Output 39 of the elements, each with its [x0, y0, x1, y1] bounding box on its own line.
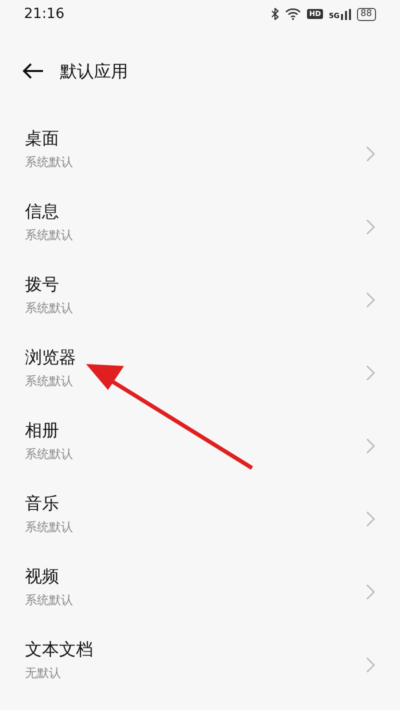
status-time: 21:16 [24, 6, 66, 22]
item-title: 文本文档 [25, 638, 94, 660]
item-title: 信息 [25, 200, 60, 222]
settings-list-item[interactable]: 文本文档 无默认 [0, 628, 400, 701]
settings-list-item[interactable]: 信息 系统默认 [0, 190, 400, 263]
chevron-right-icon [366, 146, 375, 162]
settings-list-item[interactable]: 音乐 系统默认 [0, 482, 400, 555]
item-title: 视频 [25, 566, 60, 588]
item-subtitle: 系统默认 [25, 226, 74, 244]
chevron-right-icon [366, 218, 375, 234]
item-subtitle: 系统默认 [25, 300, 74, 316]
item-subtitle: 系统默认 [25, 154, 74, 170]
battery-level: 88 [356, 8, 376, 20]
page-title: 默认应用 [60, 60, 128, 82]
bluetooth-icon [271, 8, 280, 20]
item-title: 音乐 [25, 492, 60, 514]
settings-list-item[interactable]: 视频 系统默认 [0, 555, 400, 628]
item-title: 浏览器 [25, 346, 77, 368]
wifi-icon [285, 8, 302, 20]
signal-icon [340, 8, 351, 20]
item-subtitle: 系统默认 [25, 372, 74, 390]
item-title: 桌面 [25, 128, 60, 150]
chevron-right-icon [366, 656, 375, 672]
back-arrow-icon[interactable] [22, 62, 44, 80]
item-title: 相册 [25, 420, 60, 442]
item-title: 拨号 [25, 274, 60, 296]
chevron-right-icon [366, 584, 375, 600]
settings-list-item[interactable]: 浏览器 系统默认 [0, 336, 400, 409]
chevron-right-icon [366, 438, 375, 454]
item-subtitle: 无默认 [25, 664, 62, 682]
settings-list-item[interactable]: 相册 系统默认 [0, 409, 400, 482]
item-subtitle: 系统默认 [25, 446, 74, 462]
chevron-right-icon [366, 292, 375, 308]
chevron-right-icon [366, 364, 375, 380]
chevron-right-icon [366, 510, 375, 526]
item-subtitle: 系统默认 [25, 592, 74, 608]
settings-list-item[interactable]: 拨号 系统默认 [0, 263, 400, 336]
item-subtitle: 系统默认 [25, 518, 74, 536]
settings-list-item[interactable]: 桌面 系统默认 [0, 117, 400, 190]
